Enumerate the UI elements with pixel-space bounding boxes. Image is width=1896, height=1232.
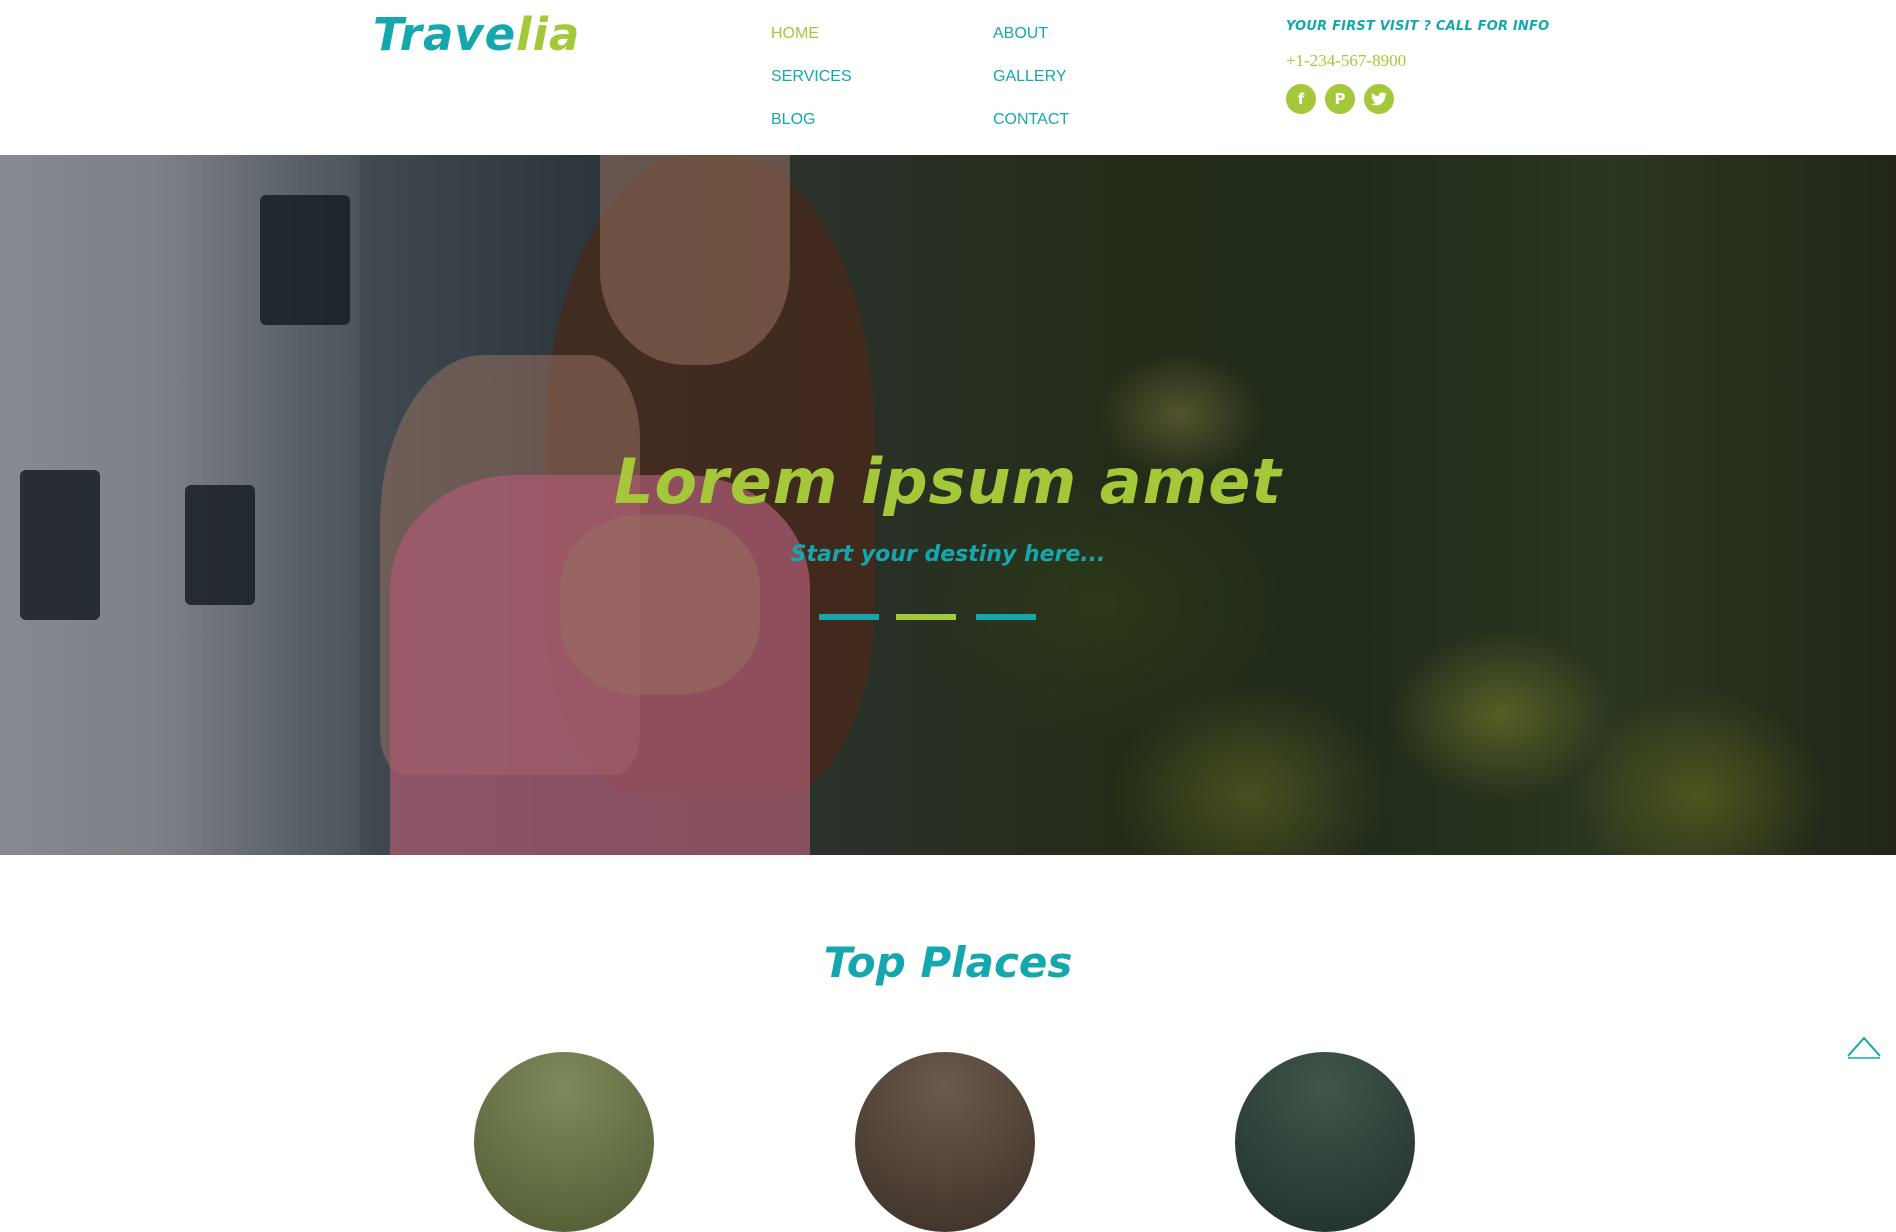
brand-logo-part1: Trave [373, 8, 517, 61]
place-thumbnail[interactable] [474, 1052, 654, 1232]
top-places-title: Top Places [823, 938, 1073, 987]
twitter-icon[interactable] [1364, 84, 1394, 114]
place-thumbnail[interactable] [1235, 1052, 1415, 1232]
hero-subtitle: Start your destiny here... [790, 542, 1106, 567]
hero-banner: Lorem ipsum amet Start your destiny here… [0, 155, 1896, 855]
twitter-bird-shape [1371, 92, 1387, 106]
brand-logo-part2: lia [516, 8, 581, 61]
pinterest-icon[interactable]: P [1325, 84, 1355, 114]
nav-services[interactable]: SERVICES [771, 67, 852, 87]
phone-number: +1-234-567-8900 [1286, 51, 1407, 70]
slider-indicator-3[interactable] [976, 614, 1036, 620]
brand-logo[interactable]: Travelia [373, 6, 580, 64]
nav-home[interactable]: HOME [771, 24, 819, 44]
pinterest-glyph: P [1334, 90, 1346, 108]
hero-title: Lorem ipsum amet [614, 445, 1282, 518]
nav-gallery[interactable]: GALLERY [993, 67, 1067, 87]
facebook-icon[interactable]: f [1286, 84, 1316, 114]
nav-about[interactable]: ABOUT [993, 24, 1048, 44]
facebook-glyph: f [1297, 90, 1305, 108]
slider-indicator-1[interactable] [819, 614, 879, 620]
site-header: Travelia HOME ABOUT SERVICES GALLERY BLO… [0, 0, 1896, 155]
call-info-heading: YOUR FIRST VISIT ? CALL FOR INFO [1286, 19, 1550, 34]
back-to-top-button[interactable] [1846, 1030, 1882, 1060]
slider-indicator-2[interactable] [896, 614, 956, 620]
place-thumbnail[interactable] [855, 1052, 1035, 1232]
nav-contact[interactable]: CONTACT [993, 110, 1069, 130]
nav-blog[interactable]: BLOG [771, 110, 815, 130]
chevron-up-icon [1847, 1036, 1881, 1059]
